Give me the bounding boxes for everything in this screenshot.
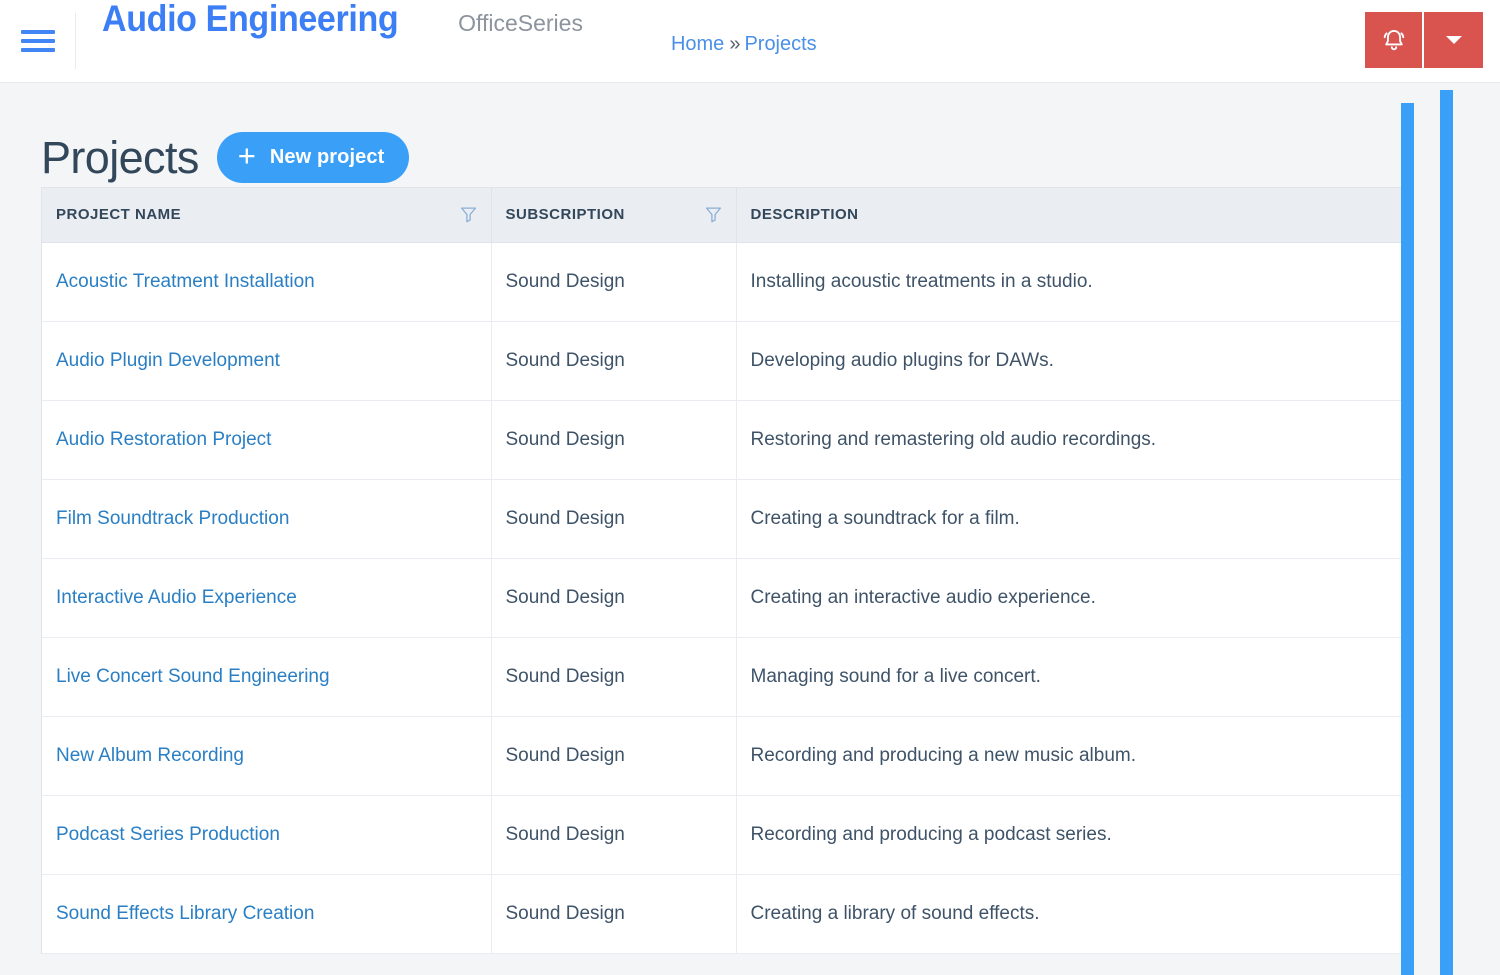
cell-description: Developing audio plugins for DAWs. <box>736 321 1411 401</box>
cell-description: Managing sound for a live concert. <box>736 637 1411 717</box>
project-link[interactable]: Podcast Series Production <box>56 824 280 845</box>
table-row: Acoustic Treatment Installation Sound Des… <box>42 242 1411 322</box>
column-header-subscription[interactable]: SUBSCRIPTION <box>491 188 737 243</box>
projects-table-container: PROJECT NAME SUBSCRIPTION DESCRIPTION Ac… <box>41 187 1412 954</box>
table-row: Live Concert Sound Engineering Sound Desi… <box>42 637 1411 717</box>
menu-toggle-button[interactable] <box>0 13 76 69</box>
projects-table: PROJECT NAME SUBSCRIPTION DESCRIPTION Ac… <box>42 188 1411 954</box>
table-row: Podcast Series Production Sound Design Rec… <box>42 795 1411 875</box>
project-link[interactable]: Live Concert Sound Engineering <box>56 666 330 687</box>
table-header: PROJECT NAME SUBSCRIPTION DESCRIPTION <box>42 188 1411 243</box>
cell-project-name: Podcast Series Production <box>42 795 492 875</box>
cell-subscription: Sound Design <box>491 242 737 322</box>
cell-description: Recording and producing a podcast series… <box>736 795 1411 875</box>
brand-title: Audio Engineering <box>102 0 399 39</box>
cell-project-name: Live Concert Sound Engineering <box>42 637 492 717</box>
column-header-project-name[interactable]: PROJECT NAME <box>42 188 492 243</box>
project-link[interactable]: Acoustic Treatment Installation <box>56 271 315 292</box>
table-row: Sound Effects Library Creation Sound Desi… <box>42 874 1411 954</box>
cell-description: Creating an interactive audio experience… <box>736 558 1411 638</box>
brand: Audio Engineering OfficeSeries <box>76 0 583 82</box>
new-project-button-label: New project <box>269 145 385 168</box>
cell-subscription: Sound Design <box>491 321 737 401</box>
cell-project-name: Interactive Audio Experience <box>42 558 492 638</box>
top-navigation-bar: Audio Engineering OfficeSeries Home » Pr… <box>0 0 1500 83</box>
notifications-button[interactable] <box>1365 12 1424 68</box>
table-header-row: PROJECT NAME SUBSCRIPTION DESCRIPTION <box>42 188 1411 243</box>
bell-icon <box>1383 29 1404 50</box>
cell-description: Creating a soundtrack for a film. <box>736 479 1411 559</box>
project-link[interactable]: New Album Recording <box>56 745 244 766</box>
cell-project-name: Sound Effects Library Creation <box>42 874 492 954</box>
hamburger-icon <box>20 30 55 52</box>
column-header-project-name-label: PROJECT NAME <box>56 206 182 224</box>
table-body: Acoustic Treatment Installation Sound Des… <box>42 242 1411 954</box>
plus-icon: + <box>237 137 256 173</box>
filter-icon-subscription[interactable] <box>705 206 722 223</box>
cell-subscription: Sound Design <box>491 874 737 954</box>
page-scrollbar-thumb[interactable] <box>1440 90 1453 975</box>
cell-description: Creating a library of sound effects. <box>736 874 1411 954</box>
project-link[interactable]: Interactive Audio Experience <box>56 587 297 608</box>
table-row: Film Soundtrack Production Sound Design Cr… <box>42 479 1411 559</box>
table-row: Interactive Audio Experience Sound Design… <box>42 558 1411 638</box>
filter-icon-project-name[interactable] <box>460 206 477 223</box>
inner-scrollbar-thumb[interactable] <box>1401 103 1414 975</box>
cell-description: Recording and producing a new music albu… <box>736 716 1411 796</box>
cell-project-name: Film Soundtrack Production <box>42 479 492 559</box>
cell-project-name: Audio Restoration Project <box>42 400 492 480</box>
cell-project-name: Audio Plugin Development <box>42 321 492 401</box>
new-project-button[interactable]: + New project <box>216 131 410 183</box>
column-header-description-label: DESCRIPTION <box>750 206 859 224</box>
user-menu-button[interactable] <box>1424 12 1483 68</box>
cell-subscription: Sound Design <box>491 716 737 796</box>
cell-subscription: Sound Design <box>491 637 737 717</box>
project-link[interactable]: Audio Restoration Project <box>56 429 271 450</box>
breadcrumb: Home » Projects <box>671 0 817 82</box>
cell-subscription: Sound Design <box>491 479 737 559</box>
page-title: Projects <box>41 131 199 183</box>
cell-project-name: Acoustic Treatment Installation <box>42 242 492 322</box>
project-link[interactable]: Sound Effects Library Creation <box>56 903 314 924</box>
cell-subscription: Sound Design <box>491 795 737 875</box>
breadcrumb-link-projects[interactable]: Projects <box>744 34 816 54</box>
cell-project-name: New Album Recording <box>42 716 492 796</box>
brand-subtitle: OfficeSeries <box>458 10 583 36</box>
table-row: Audio Restoration Project Sound Design Res… <box>42 400 1411 480</box>
cell-subscription: Sound Design <box>491 400 737 480</box>
topbar-actions <box>1365 12 1483 68</box>
cell-subscription: Sound Design <box>491 558 737 638</box>
column-header-description[interactable]: DESCRIPTION <box>736 188 1411 243</box>
page-header: Projects + New project <box>41 83 1500 187</box>
table-row: Audio Plugin Development Sound Design Deve… <box>42 321 1411 401</box>
cell-description: Installing acoustic treatments in a stud… <box>736 242 1411 322</box>
project-link[interactable]: Film Soundtrack Production <box>56 508 289 529</box>
project-link[interactable]: Audio Plugin Development <box>56 350 280 371</box>
cell-description: Restoring and remastering old audio reco… <box>736 400 1411 480</box>
column-header-subscription-label: SUBSCRIPTION <box>505 206 625 224</box>
main-content: Projects + New project PROJECT NAME SUBS… <box>0 83 1500 975</box>
breadcrumb-link-home[interactable]: Home <box>671 34 724 54</box>
breadcrumb-separator-icon: » <box>729 33 741 55</box>
chevron-down-icon <box>1445 36 1462 44</box>
table-row: New Album Recording Sound Design Recording… <box>42 716 1411 796</box>
